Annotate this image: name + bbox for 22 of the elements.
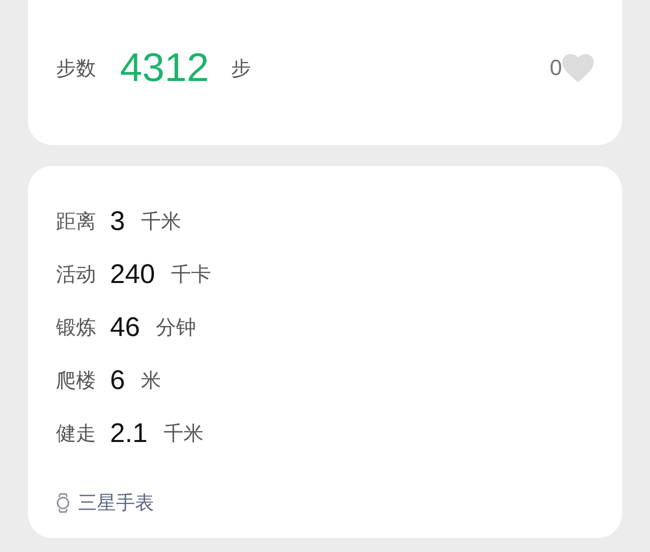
metric-label: 健走 (56, 420, 96, 446)
metric-unit: 千米 (141, 208, 182, 234)
metric-label: 锻炼 (56, 314, 96, 340)
watch-icon (56, 493, 70, 513)
like-count: 0 (550, 55, 562, 81)
metric-unit: 分钟 (156, 314, 196, 340)
metric-label: 距离 (56, 208, 96, 234)
metric-value: 3 (110, 206, 126, 236)
metric-value: 6 (110, 364, 126, 396)
source-label: 三星手表 (78, 491, 154, 516)
metric-label: 爬楼 (56, 366, 96, 394)
steps-unit: 步 (230, 54, 251, 82)
heart-icon[interactable] (562, 54, 594, 82)
metric-label: 活动 (56, 260, 96, 288)
metric-value: 240 (110, 258, 156, 290)
metric-value: 46 (110, 312, 140, 342)
steps-label: 步数 (56, 54, 96, 82)
metric-value: 2.1 (110, 418, 148, 448)
metric-unit: 千卡 (171, 260, 212, 288)
metric-unit: 米 (141, 366, 162, 394)
steps-value: 4312 (120, 46, 209, 90)
metric-unit: 千米 (164, 420, 204, 446)
